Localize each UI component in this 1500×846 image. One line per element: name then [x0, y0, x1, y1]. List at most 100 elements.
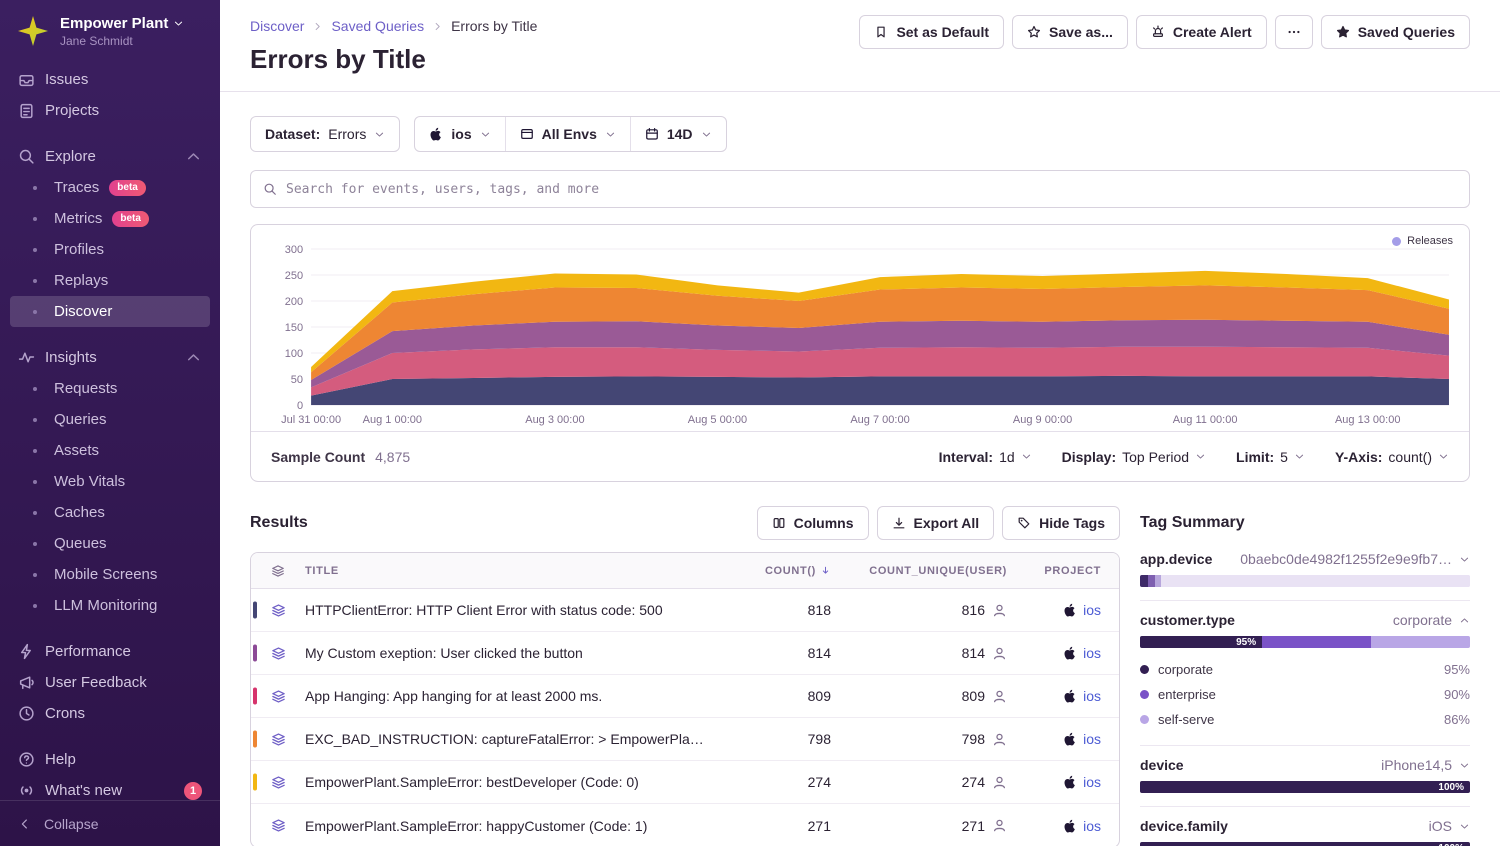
ellipsis-icon	[1287, 25, 1301, 39]
sidebar-item-requests[interactable]: Requests	[10, 373, 210, 404]
display-selector[interactable]: Display: Top Period	[1062, 449, 1206, 465]
chevron-down-icon	[480, 129, 491, 140]
project-link[interactable]: ios	[1083, 731, 1101, 747]
dataset-label: Dataset:	[265, 126, 320, 142]
table-row[interactable]: EmpowerPlant.SampleError: bestDeveloper …	[251, 761, 1119, 804]
more-options-button[interactable]	[1275, 15, 1313, 49]
user-icon	[992, 732, 1007, 747]
sidebar-item-queries[interactable]: Queries	[10, 404, 210, 435]
project-link[interactable]: ios	[1083, 688, 1101, 704]
insights-icon	[18, 349, 35, 366]
sidebar-item-replays[interactable]: Replays	[10, 265, 210, 296]
save-as-button[interactable]: Save as...	[1012, 15, 1128, 49]
bullet-icon	[33, 186, 37, 190]
table-row[interactable]: App Hanging: App hanging for at least 20…	[251, 675, 1119, 718]
tag-section-header[interactable]: app.device0baebc0de4982f1255f2e9e9fb7…	[1140, 551, 1470, 567]
search-input[interactable]	[286, 182, 1457, 197]
search-bar[interactable]	[250, 170, 1470, 208]
event-title-link[interactable]: My Custom exeption: User clicked the but…	[305, 645, 721, 661]
tag-top-value: iOS	[1429, 818, 1470, 834]
svg-text:Aug 5 00:00: Aug 5 00:00	[688, 414, 747, 426]
main: Discover Saved Queries Errors by Title E…	[220, 0, 1500, 846]
calendar-icon	[645, 127, 659, 141]
tag-value-row[interactable]: enterprise90%	[1140, 682, 1470, 707]
sidebar-item-crons[interactable]: Crons	[10, 698, 210, 729]
tag-section-header[interactable]: customer.typecorporate	[1140, 612, 1470, 628]
sidebar-item-what-s-new[interactable]: What's new1	[10, 775, 210, 800]
create-alert-button[interactable]: Create Alert	[1136, 15, 1267, 49]
sidebar-item-metrics[interactable]: Metricsbeta	[10, 203, 210, 234]
sidebar-item-performance[interactable]: Performance	[10, 636, 210, 667]
sidebar-item-discover[interactable]: Discover	[10, 296, 210, 327]
limit-selector[interactable]: Limit: 5	[1236, 449, 1305, 465]
column-count-unique[interactable]: COUNT_UNIQUE(USER)	[831, 565, 1007, 577]
tag-section-header[interactable]: device.familyiOS	[1140, 818, 1470, 834]
sidebar-item-issues[interactable]: Issues	[10, 64, 210, 95]
svg-text:Aug 11 00:00: Aug 11 00:00	[1173, 414, 1238, 426]
event-title-link[interactable]: HTTPClientError: HTTP Client Error with …	[305, 602, 721, 618]
sidebar-item-traces[interactable]: Tracesbeta	[10, 172, 210, 203]
chevron-down-icon	[374, 129, 385, 140]
table-row[interactable]: My Custom exeption: User clicked the but…	[251, 632, 1119, 675]
environment-selector[interactable]: All Envs	[505, 117, 630, 151]
sidebar-item-queues[interactable]: Queues	[10, 528, 210, 559]
columns-icon	[772, 516, 786, 530]
bullet-icon	[33, 248, 37, 252]
interval-selector[interactable]: Interval: 1d	[939, 449, 1032, 465]
sidebar-item-web-vitals[interactable]: Web Vitals	[10, 466, 210, 497]
apple-icon	[1063, 732, 1077, 746]
tag-key: app.device	[1140, 551, 1212, 567]
breadcrumb-saved-queries[interactable]: Saved Queries	[331, 18, 424, 34]
event-title-link[interactable]: EmpowerPlant.SampleError: bestDeveloper …	[305, 774, 721, 790]
dataset-selector[interactable]: Dataset: Errors	[250, 116, 400, 152]
tag-top-value: corporate	[1393, 612, 1470, 628]
event-title-link[interactable]: App Hanging: App hanging for at least 20…	[305, 688, 721, 704]
export-all-button[interactable]: Export All	[877, 506, 995, 540]
column-title[interactable]: TITLE	[305, 565, 721, 577]
sidebar-section-explore[interactable]: Explore	[10, 141, 210, 172]
hide-tags-button[interactable]: Hide Tags	[1002, 506, 1120, 540]
project-selector[interactable]: ios	[415, 117, 504, 151]
stacked-area-chart[interactable]: 050100150200250300Jul 31 00:00Aug 1 00:0…	[251, 225, 1469, 431]
date-range-selector[interactable]: 14D	[630, 117, 726, 151]
table-row[interactable]: EmpowerPlant.SampleError: happyCustomer …	[251, 804, 1119, 846]
event-title-link[interactable]: EmpowerPlant.SampleError: happyCustomer …	[305, 818, 721, 834]
project-link[interactable]: ios	[1083, 818, 1101, 834]
sidebar-item-user-feedback[interactable]: User Feedback	[10, 667, 210, 698]
sidebar-item-llm-monitoring[interactable]: LLM Monitoring	[10, 590, 210, 621]
org-logo-icon	[16, 14, 50, 48]
tag-value-row[interactable]: self-serve86%	[1140, 707, 1470, 732]
tag-section-customer-type: customer.typecorporate95%corporate95%ent…	[1140, 601, 1470, 746]
tag-section-header[interactable]: deviceiPhone14,5	[1140, 757, 1470, 773]
event-title-link[interactable]: EXC_BAD_INSTRUCTION: captureFatalError: …	[305, 731, 721, 747]
sample-count-value: 4,875	[375, 449, 410, 465]
column-count[interactable]: COUNT()	[721, 565, 831, 577]
sidebar-item-help[interactable]: Help	[10, 744, 210, 775]
sidebar-section-insights[interactable]: Insights	[10, 342, 210, 373]
sidebar-item-assets[interactable]: Assets	[10, 435, 210, 466]
sidebar-item-projects[interactable]: Projects	[10, 95, 210, 126]
set-as-default-button[interactable]: Set as Default	[859, 15, 1004, 49]
columns-button[interactable]: Columns	[757, 506, 869, 540]
chart-legend[interactable]: Releases	[1392, 235, 1453, 247]
project-link[interactable]: ios	[1083, 645, 1101, 661]
collapse-button[interactable]: Collapse	[0, 800, 220, 846]
project-link[interactable]: ios	[1083, 774, 1101, 790]
yaxis-selector[interactable]: Y-Axis: count()	[1335, 449, 1449, 465]
breadcrumb-discover[interactable]: Discover	[250, 18, 304, 34]
count-cell: 274	[721, 774, 831, 790]
table-row[interactable]: HTTPClientError: HTTP Client Error with …	[251, 589, 1119, 632]
layers-icon	[271, 689, 286, 704]
column-project[interactable]: PROJECT	[1007, 565, 1119, 577]
org-switcher[interactable]: Empower Plant Jane Schmidt	[0, 0, 220, 60]
saved-queries-button[interactable]: Saved Queries	[1321, 15, 1470, 49]
table-row[interactable]: EXC_BAD_INSTRUCTION: captureFatalError: …	[251, 718, 1119, 761]
org-meta: Empower Plant Jane Schmidt	[60, 15, 184, 48]
sidebar-item-profiles[interactable]: Profiles	[10, 234, 210, 265]
sidebar-item-label: Queues	[54, 535, 107, 552]
svg-text:Aug 13 00:00: Aug 13 00:00	[1335, 414, 1401, 426]
sidebar-item-caches[interactable]: Caches	[10, 497, 210, 528]
project-link[interactable]: ios	[1083, 602, 1101, 618]
tag-value-row[interactable]: corporate95%	[1140, 657, 1470, 682]
sidebar-item-mobile-screens[interactable]: Mobile Screens	[10, 559, 210, 590]
